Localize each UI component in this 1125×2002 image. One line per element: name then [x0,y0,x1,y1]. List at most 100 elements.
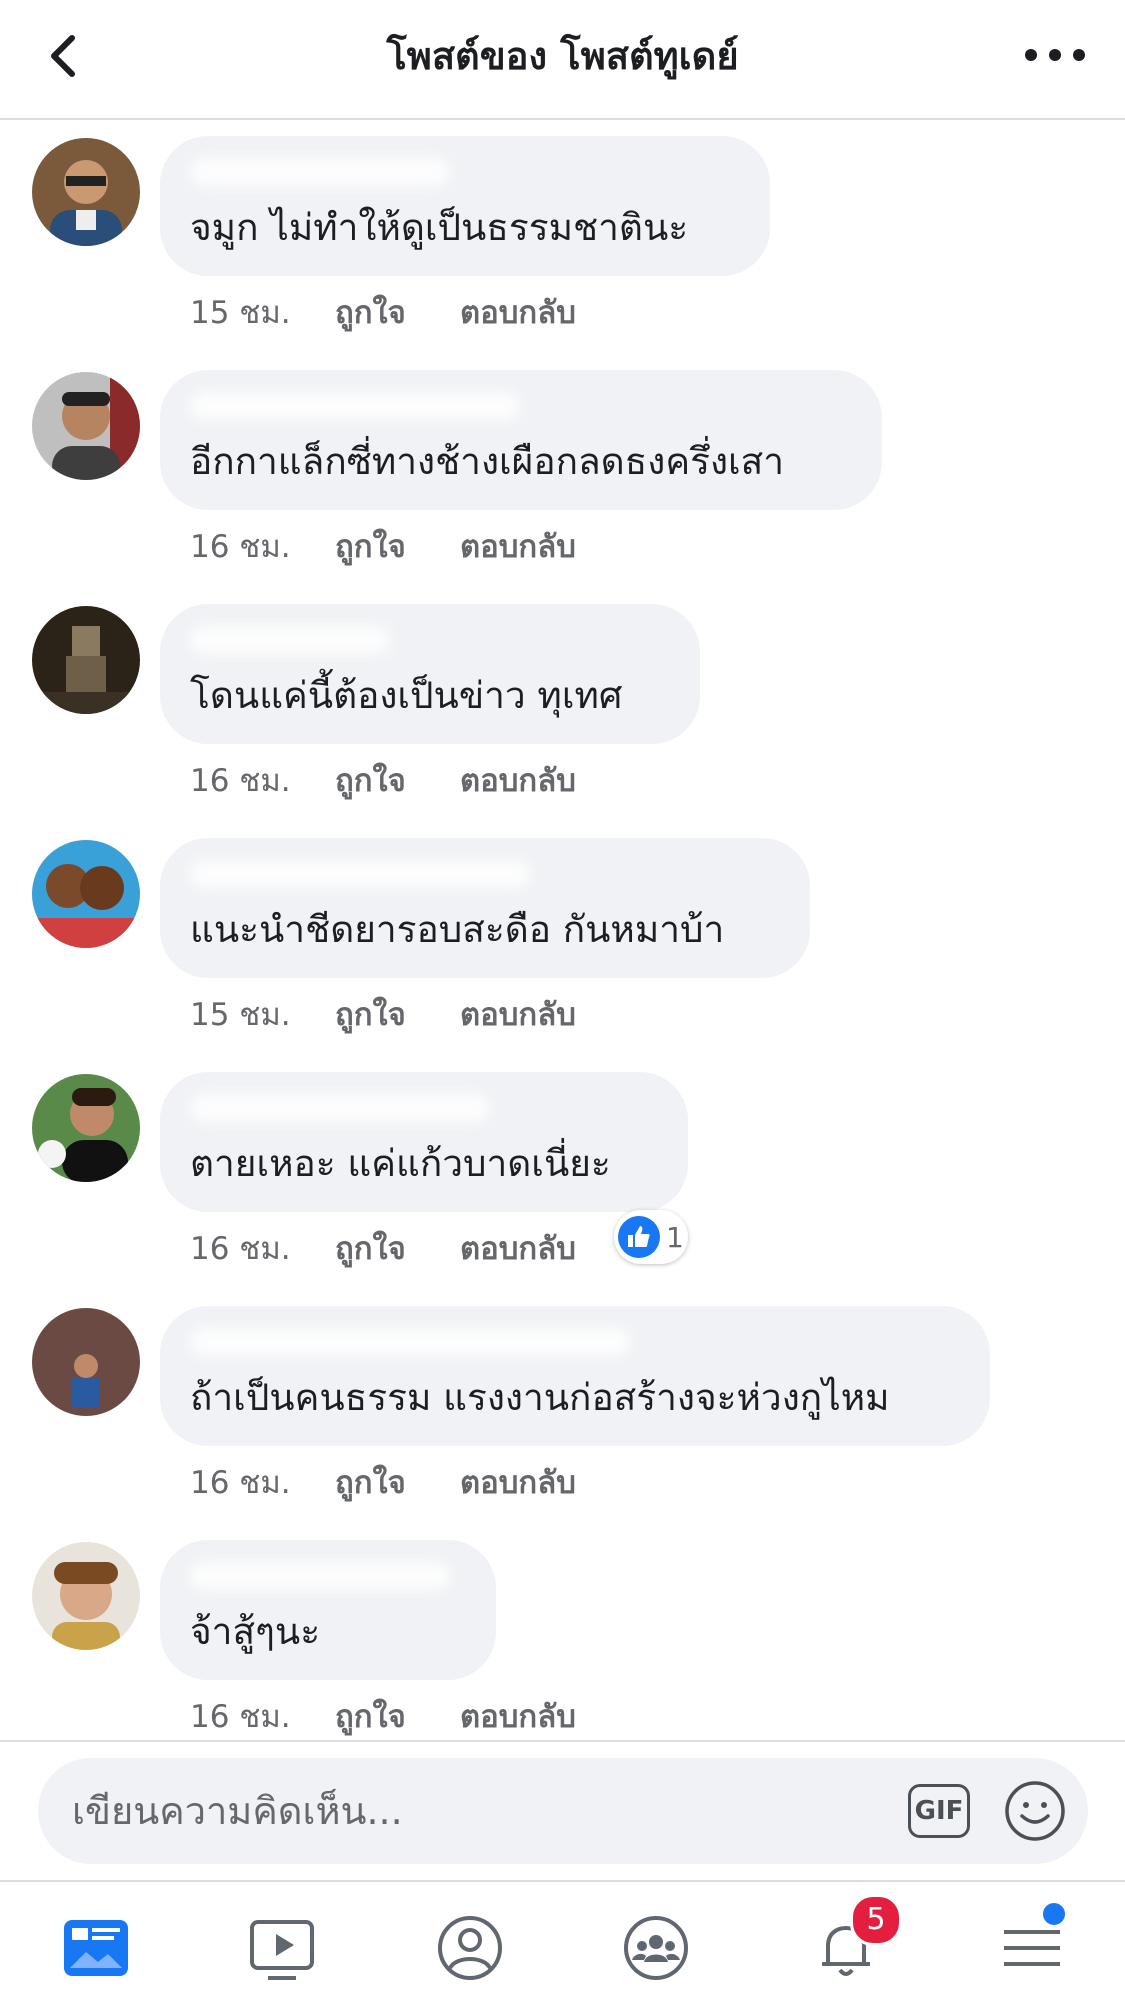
comment-time: 16 ชม. [190,763,291,799]
comment-item: ตายเหอะ แค่แก้วบาดเนี่ยะ 16 ชม. ถูกใจ ตอ… [0,1056,1125,1290]
redacted-author-name [190,1562,450,1590]
redacted-author-name [190,1328,630,1356]
comment-item: จมูก ไม่ทำให้ดูเป็นธรรมชาตินะ 15 ชม. ถูก… [0,120,1125,354]
redacted-author-name [190,626,390,654]
like-link[interactable]: ถูกใจ [335,1224,460,1274]
dot [1025,49,1037,61]
comment-text: โดนแค่นี้ต้องเป็นข่าว ทุเทศ [190,674,623,717]
redacted-author-name [190,1094,490,1122]
comment-time: 16 ชม. [190,1465,291,1501]
comment-input[interactable]: เขียนความคิดเห็น... GIF [38,1758,1088,1864]
avatar[interactable] [32,1308,140,1416]
avatar[interactable] [32,372,140,480]
reply-link[interactable]: ตอบกลับ [460,1692,576,1742]
reply-link[interactable]: ตอบกลับ [460,1458,576,1508]
avatar[interactable] [32,606,140,714]
user-photo-icon [32,606,140,714]
user-photo-icon [32,138,140,246]
top-bar: โพสต์ของ โพสต์ทูเดย์ [0,0,1125,120]
comment-item: อีกกาแล็กซี่ทางช้างเผือกลดธงครึ่งเสา 16 … [0,354,1125,588]
reaction-count: 1 [666,1220,684,1254]
like-link[interactable]: ถูกใจ [335,1692,460,1742]
comment-text: ตายเหอะ แค่แก้วบาดเนี่ยะ [190,1142,611,1185]
tab-profile[interactable] [434,1912,506,1984]
reply-link[interactable]: ตอบกลับ [460,288,576,338]
comment-text: อีกกาแล็กซี่ทางช้างเผือกลดธงครึ่งเสา [190,440,785,483]
comment-placeholder: เขียนความคิดเห็น... [72,1789,403,1833]
reply-link[interactable]: ตอบกลับ [460,522,576,572]
user-photo-icon [32,840,140,948]
comment-meta: 16 ชม. ถูกใจ ตอบกลับ [190,1458,576,1508]
back-button[interactable] [40,28,88,84]
comment-bubble: จมูก ไม่ทำให้ดูเป็นธรรมชาตินะ [160,136,770,276]
like-link[interactable]: ถูกใจ [335,1458,460,1508]
video-icon [250,1920,314,1980]
user-photo-icon [32,372,140,480]
like-link[interactable]: ถูกใจ [335,288,460,338]
comment-item: โดนแค่นี้ต้องเป็นข่าว ทุเทศ 16 ชม. ถูกใจ… [0,588,1125,822]
like-link[interactable]: ถูกใจ [335,990,460,1040]
comment-text: ถ้าเป็นคนธรรม แรงงานก่อสร้างจะห่วงกูไหม [190,1376,890,1419]
comment-meta: 15 ชม. ถูกใจ ตอบกลับ [190,990,576,1040]
comment-item: จ้าสู้ๆนะ 16 ชม. ถูกใจ ตอบกลับ [0,1524,1125,1758]
tab-menu[interactable] [996,1900,1068,1984]
menu-indicator-dot [1040,1900,1068,1928]
comment-meta: 16 ชม. ถูกใจ ตอบกลับ [190,1224,576,1274]
comment-bubble: แนะนำชีดยารอบสะดือ กันหมาบ้า [160,838,810,978]
comment-time: 15 ชม. [190,295,291,331]
comment-bubble: ถ้าเป็นคนธรรม แรงงานก่อสร้างจะห่วงกูไหม [160,1306,990,1446]
reply-link[interactable]: ตอบกลับ [460,756,576,806]
comment-time: 15 ชม. [190,997,291,1033]
comment-meta: 15 ชม. ถูกใจ ตอบกลับ [190,288,576,338]
comment-bubble: ตายเหอะ แค่แก้วบาดเนี่ยะ [160,1072,688,1212]
avatar[interactable] [32,1542,140,1650]
news-feed-icon [64,1920,128,1976]
comment-item: ถ้าเป็นคนธรรม แรงงานก่อสร้างจะห่วงกูไหม … [0,1290,1125,1524]
comment-bubble: โดนแค่นี้ต้องเป็นข่าว ทุเทศ [160,604,700,744]
comment-time: 16 ชม. [190,1231,291,1267]
tab-groups[interactable] [620,1912,692,1984]
comment-time: 16 ชม. [190,1699,291,1735]
like-link[interactable]: ถูกใจ [335,522,460,572]
comment-bubble: อีกกาแล็กซี่ทางช้างเผือกลดธงครึ่งเสา [160,370,882,510]
comment-meta: 16 ชม. ถูกใจ ตอบกลับ [190,756,576,806]
avatar[interactable] [32,138,140,246]
reply-link[interactable]: ตอบกลับ [460,1224,576,1274]
comment-text: จ้าสู้ๆนะ [190,1610,321,1653]
emoji-button[interactable] [1004,1780,1066,1842]
comment-text: แนะนำชีดยารอบสะดือ กันหมาบ้า [190,908,725,951]
user-photo-icon [32,1074,140,1182]
gif-button[interactable]: GIF [908,1784,970,1838]
comment-bubble: จ้าสู้ๆนะ [160,1540,496,1680]
bottom-tab-bar: 5 [0,1880,1125,2002]
tab-news-feed[interactable] [60,1912,132,1984]
more-options-button[interactable] [1025,40,1085,70]
smiley-icon [1005,1781,1065,1841]
profile-icon [438,1916,502,1980]
comment-time: 16 ชม. [190,529,291,565]
comment-text: จมูก ไม่ทำให้ดูเป็นธรรมชาตินะ [190,206,689,249]
user-photo-icon [32,1542,140,1650]
dot [1049,49,1061,61]
tab-watch[interactable] [246,1912,318,1984]
chevron-left-icon [51,35,75,77]
comment-item: แนะนำชีดยารอบสะดือ กันหมาบ้า 15 ชม. ถูกใ… [0,822,1125,1056]
reply-link[interactable]: ตอบกลับ [460,990,576,1040]
page-title: โพสต์ของ โพสต์ทูเดย์ [386,34,739,78]
user-photo-icon [32,1308,140,1416]
tab-notifications[interactable]: 5 [810,1894,902,1984]
dot [1073,49,1085,61]
comment-meta: 16 ชม. ถูกใจ ตอบกลับ [190,1692,576,1742]
comment-composer: เขียนความคิดเห็น... GIF [0,1740,1125,1882]
like-link[interactable]: ถูกใจ [335,756,460,806]
redacted-author-name [190,860,530,888]
notification-badge: 5 [850,1894,902,1946]
avatar[interactable] [32,840,140,948]
groups-icon [624,1916,688,1980]
avatar[interactable] [32,1074,140,1182]
like-reaction-icon [618,1216,660,1258]
reaction-summary[interactable]: 1 [614,1210,688,1264]
redacted-author-name [190,158,450,186]
comment-meta: 16 ชม. ถูกใจ ตอบกลับ [190,522,576,572]
redacted-author-name [190,392,520,420]
